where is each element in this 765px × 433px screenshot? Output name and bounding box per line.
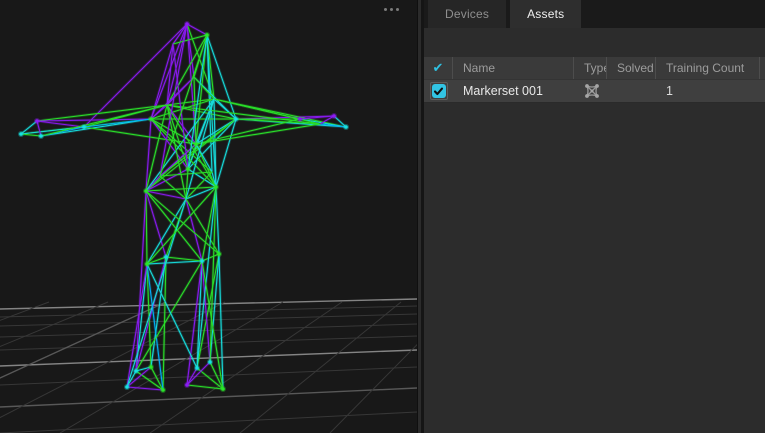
column-header-enabled[interactable]: ✔ xyxy=(424,57,453,79)
panel-tab-bar: Devices Assets xyxy=(424,0,765,28)
assets-table: ✔ Name Type Solved Training Count xyxy=(424,57,765,103)
asset-training-count: 1 xyxy=(656,84,760,98)
column-header-type[interactable]: Type xyxy=(574,57,607,79)
ellipsis-icon xyxy=(384,8,387,11)
tab-assets[interactable]: Assets xyxy=(510,0,581,28)
column-header-training-count[interactable]: Training Count xyxy=(656,57,760,79)
viewport-3d[interactable] xyxy=(0,0,417,433)
assets-panel: Devices Assets ✔ Name Type Solved Traini… xyxy=(424,0,765,433)
check-icon: ✔ xyxy=(433,61,444,74)
column-header-solved[interactable]: Solved xyxy=(607,57,656,79)
motive-app-window: Devices Assets ✔ Name Type Solved Traini… xyxy=(0,0,765,433)
row-checkbox[interactable] xyxy=(432,84,446,98)
viewport-3d-scene[interactable] xyxy=(0,0,417,433)
ellipsis-icon xyxy=(396,8,399,11)
tab-devices[interactable]: Devices xyxy=(428,0,506,28)
panel-divider[interactable] xyxy=(417,0,424,433)
row-checkbox-outline xyxy=(430,82,448,100)
checkmark-icon xyxy=(433,86,444,97)
column-header-filler xyxy=(760,57,765,79)
ellipsis-icon xyxy=(390,8,393,11)
viewport-menu-button[interactable] xyxy=(382,6,401,13)
table-row-markerset[interactable]: Markerset 001 xyxy=(424,79,765,103)
floor-grid xyxy=(0,299,417,433)
assets-table-header: ✔ Name Type Solved Training Count xyxy=(424,57,765,79)
asset-name: Markerset 001 xyxy=(453,84,574,98)
asset-type-cell xyxy=(574,83,607,99)
column-header-name[interactable]: Name xyxy=(453,57,574,79)
markerset-icon xyxy=(584,83,600,99)
row-checkbox-cell xyxy=(424,80,453,102)
